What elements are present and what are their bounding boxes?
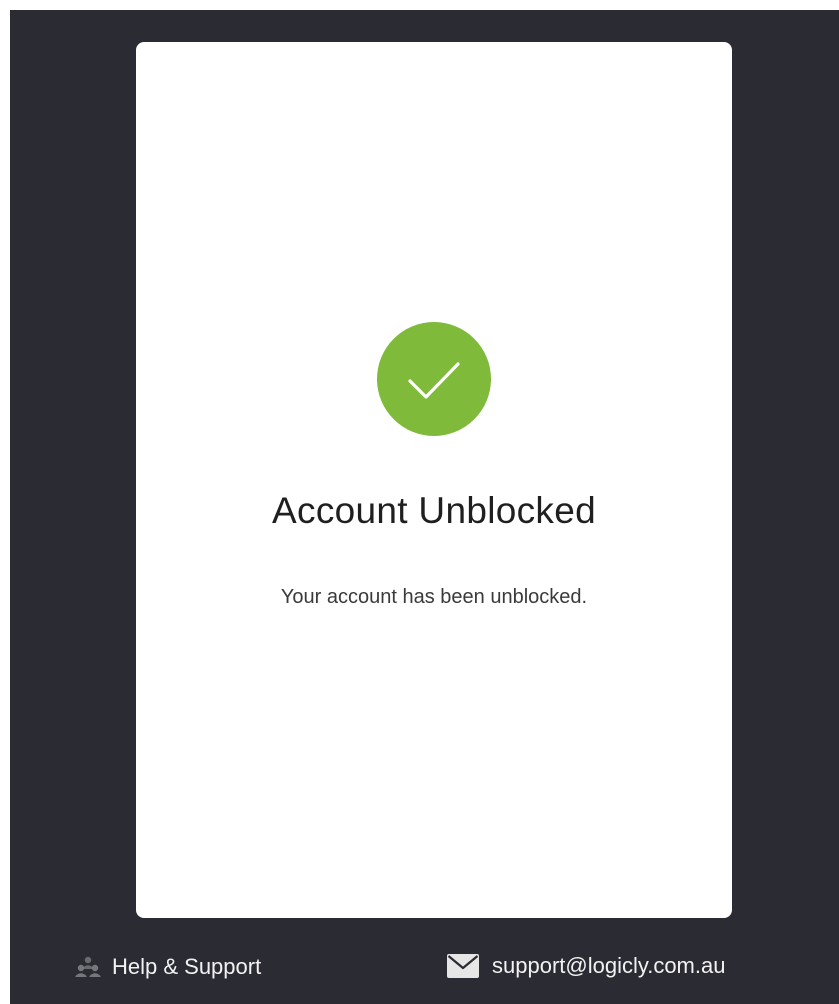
support-email-label: support@logicly.com.au [492, 953, 726, 978]
status-message: Your account has been unblocked. [280, 586, 588, 608]
help-support-label: Help & Support [112, 954, 262, 979]
success-badge [377, 322, 491, 436]
help-support-link[interactable]: Help & Support [74, 952, 261, 982]
status-card: Account Unblocked Your account has been … [136, 42, 732, 918]
people-icon [75, 956, 101, 977]
page-background: Account Unblocked Your account has been … [10, 10, 839, 1004]
page-title: Account Unblocked [272, 490, 596, 531]
support-email-link[interactable]: support@logicly.com.au [446, 950, 725, 982]
mail-icon [447, 954, 479, 978]
check-icon [408, 362, 460, 399]
